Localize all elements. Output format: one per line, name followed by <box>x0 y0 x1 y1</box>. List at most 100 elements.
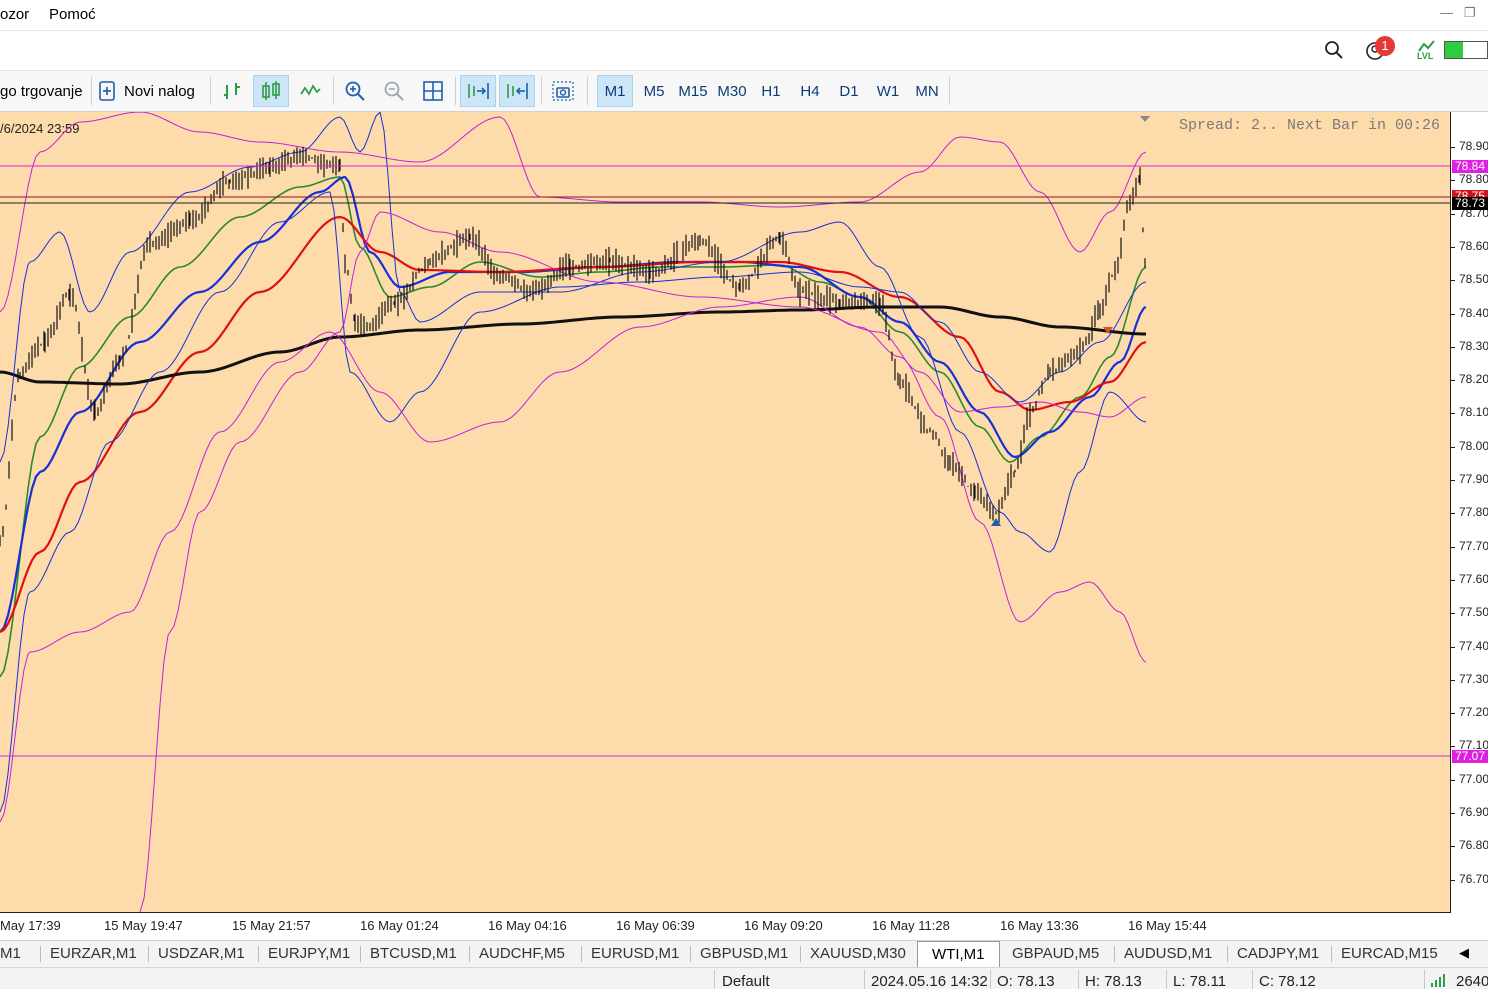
menu-bar: ozor Pomoć — ❐ <box>0 0 1488 31</box>
chart-tab[interactable]: WTI,M1 <box>917 941 1000 967</box>
time-axis[interactable]: May 17:39 15 May 19:47 15 May 21:57 16 May … <box>0 914 1451 938</box>
status-separator <box>864 970 865 989</box>
chart-tab[interactable]: EURUSD,M1 <box>591 945 679 962</box>
price-tick-mark <box>1451 713 1455 715</box>
price-tick-mark <box>1451 147 1455 148</box>
connection-meter[interactable] <box>1444 41 1488 59</box>
status-datetime: 2024.05.16 14:32 <box>871 973 988 990</box>
notification-badge[interactable]: 1 <box>1375 36 1395 56</box>
connection-bars-icon[interactable] <box>1431 973 1447 987</box>
chart-tab[interactable]: BTCUSD,M1 <box>370 945 457 962</box>
chart-tab[interactable]: XAUUSD,M30 <box>810 945 906 962</box>
time-tick-label: 15 May 19:47 <box>104 918 183 933</box>
price-tick-mark <box>1451 613 1455 615</box>
price-tick-label: 77.40 <box>1459 638 1488 653</box>
price-tick-label: 78.80 <box>1459 172 1488 187</box>
timeframe-m30-button[interactable]: M30 <box>714 75 750 107</box>
algo-trading-button[interactable]: go trgovanje <box>0 75 86 107</box>
menu-item-view[interactable]: ozor <box>0 6 29 23</box>
minimize-icon[interactable]: — <box>1440 5 1453 20</box>
autoscroll-icon <box>468 83 489 99</box>
price-tick-label: 77.50 <box>1459 605 1488 620</box>
price-tick-label: 77.90 <box>1459 472 1488 486</box>
price-tick-mark <box>1451 313 1455 315</box>
chart-tab[interactable]: AUDCHF,M5 <box>479 945 565 962</box>
status-separator <box>714 970 715 989</box>
lvl-label: LVL <box>1417 51 1434 61</box>
chart-tab[interactable]: GBPUSD,M1 <box>700 945 788 962</box>
ema-green-line <box>0 176 1147 678</box>
chart-tab[interactable]: CADJPY,M1 <box>1237 945 1319 962</box>
time-tick-label: 16 May 01:24 <box>360 918 439 933</box>
chart-shift-button[interactable] <box>499 75 535 107</box>
tab-separator <box>258 946 259 962</box>
price-tick-mark <box>1451 546 1455 548</box>
search-icon[interactable] <box>1324 40 1344 60</box>
top-status-row: 1 LVL <box>0 31 1488 69</box>
screenshot-button[interactable] <box>547 75 579 107</box>
price-chart[interactable]: /6/2024 23:59 Spread: 2.. Next Bar in 00… <box>0 112 1451 913</box>
timeframe-m15-button[interactable]: M15 <box>675 75 711 107</box>
price-tick-label: 78.90 <box>1459 139 1488 153</box>
autoscroll-button[interactable] <box>460 75 496 107</box>
timeframe-m1-button[interactable]: M1 <box>597 75 633 107</box>
ma-black-line <box>0 305 1147 386</box>
timeframe-h4-button[interactable]: H4 <box>792 75 828 107</box>
chart-tab[interactable]: EURZAR,M1 <box>50 945 137 962</box>
chart-tab[interactable]: EURCAD,M15 <box>1341 945 1438 962</box>
status-high: H: 78.13 <box>1085 973 1142 990</box>
timeframe-d1-button[interactable]: D1 <box>831 75 867 107</box>
chart-tab[interactable]: AUDUSD,M1 <box>1124 945 1212 962</box>
price-tick-mark <box>1451 813 1455 814</box>
zoom-out-icon <box>384 81 404 101</box>
price-tick-mark <box>1451 779 1455 781</box>
status-separator <box>1078 970 1079 989</box>
price-tag-lower: 77.07 <box>1452 750 1488 763</box>
bar-chart-button[interactable] <box>216 75 248 107</box>
price-tick-label: 78.30 <box>1459 338 1488 353</box>
profile-name[interactable]: Default <box>722 973 770 990</box>
zoom-out-button[interactable] <box>378 75 410 107</box>
chart-shift-icon <box>507 83 528 99</box>
status-separator <box>1424 970 1425 989</box>
tile-windows-button[interactable] <box>417 75 449 107</box>
line-chart-icon <box>300 84 321 96</box>
toolbar-separator <box>455 77 456 105</box>
price-tick-mark <box>1451 280 1455 282</box>
price-axis[interactable]: 78.90 78.80 78.70 78.60 78.50 78.40 78.30 78.20… <box>1451 112 1488 914</box>
chart-start-date: /6/2024 23:59 <box>0 121 80 136</box>
zoom-in-icon <box>345 81 365 101</box>
price-tick-mark <box>1451 413 1455 415</box>
bollinger-upper-blue <box>0 191 1147 813</box>
tab-separator <box>690 946 691 962</box>
price-tick-label: 77.20 <box>1459 705 1488 720</box>
timeframe-w1-button[interactable]: W1 <box>870 75 906 107</box>
menu-item-help[interactable]: Pomoć <box>49 6 96 23</box>
restore-icon[interactable]: ❐ <box>1464 5 1476 21</box>
tab-separator <box>40 946 41 962</box>
status-close: C: 78.12 <box>1259 973 1316 990</box>
chart-tab[interactable]: EURJPY,M1 <box>268 945 350 962</box>
timeframe-m5-button[interactable]: M5 <box>636 75 672 107</box>
scroll-tabs-left-icon[interactable]: ◀ <box>1459 945 1469 961</box>
tab-separator <box>469 946 470 962</box>
timeframe-mn-button[interactable]: MN <box>909 75 945 107</box>
price-tick-label: 78.40 <box>1459 305 1488 320</box>
timeframe-h1-button[interactable]: H1 <box>753 75 789 107</box>
tab-separator <box>800 946 801 962</box>
status-open: O: 78.13 <box>997 973 1055 990</box>
price-tick-label: 76.90 <box>1459 805 1488 819</box>
price-tick-mark <box>1451 879 1455 881</box>
new-order-button[interactable]: Novi nalog <box>98 75 202 107</box>
zoom-in-button[interactable] <box>339 75 371 107</box>
line-chart-button[interactable] <box>294 75 326 107</box>
shift-marker-icon[interactable] <box>1140 116 1150 122</box>
chart-tab[interactable]: M1 <box>0 945 21 962</box>
tab-separator <box>1114 946 1115 962</box>
time-tick-label: 15 May 21:57 <box>232 918 311 933</box>
candlestick-chart-button[interactable] <box>253 75 289 107</box>
chart-tab[interactable]: GBPAUD,M5 <box>1012 945 1099 962</box>
chart-canvas[interactable] <box>0 112 1450 912</box>
tab-separator <box>1227 946 1228 962</box>
chart-tab[interactable]: USDZAR,M1 <box>158 945 245 962</box>
